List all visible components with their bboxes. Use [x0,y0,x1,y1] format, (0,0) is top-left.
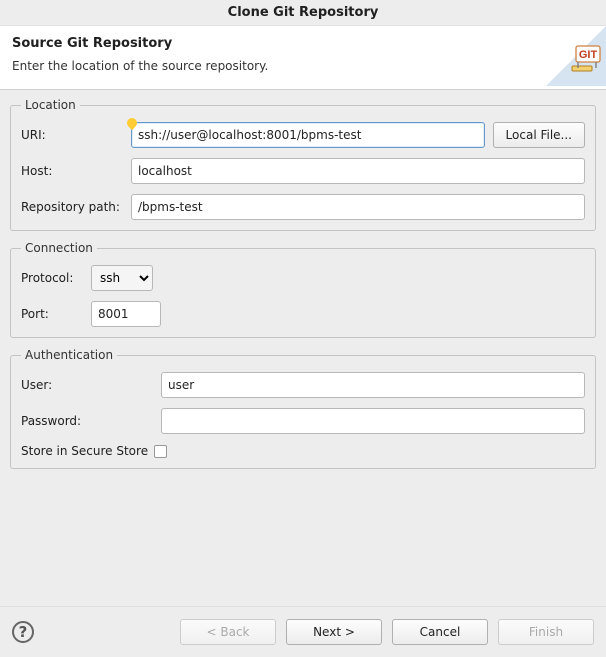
protocol-label: Protocol: [21,271,91,285]
repo-path-label: Repository path: [21,200,131,214]
page-subtitle: Enter the location of the source reposit… [12,59,594,73]
svg-text:GIT: GIT [579,49,598,61]
next-button[interactable]: Next > [286,619,382,645]
cancel-button[interactable]: Cancel [392,619,488,645]
location-group: Location URI: Local File... Host: Reposi… [10,98,596,231]
store-secure-checkbox[interactable] [154,445,167,458]
page-title: Source Git Repository [12,36,594,51]
authentication-legend: Authentication [21,348,117,362]
uri-label: URI: [21,128,131,142]
repo-path-input[interactable] [131,194,585,220]
back-button: < Back [180,619,276,645]
authentication-group: Authentication User: Password: Store in … [10,348,596,469]
connection-legend: Connection [21,241,97,255]
wizard-content: Location URI: Local File... Host: Reposi… [0,90,606,606]
port-input[interactable] [91,301,161,327]
user-input[interactable] [161,372,585,398]
uri-input[interactable] [131,122,485,148]
password-label: Password: [21,414,161,428]
local-file-button[interactable]: Local File... [493,122,585,148]
connection-group: Connection Protocol: ssh Port: [10,241,596,338]
password-input[interactable] [161,408,585,434]
help-icon[interactable]: ? [12,621,34,643]
protocol-select[interactable]: ssh [91,265,153,291]
finish-button: Finish [498,619,594,645]
host-input[interactable] [131,158,585,184]
window-titlebar: Clone Git Repository [0,0,606,26]
store-secure-label: Store in Secure Store [21,444,148,458]
port-label: Port: [21,307,91,321]
host-label: Host: [21,164,131,178]
user-label: User: [21,378,161,392]
button-bar: ? < Back Next > Cancel Finish [0,606,606,657]
git-icon: GIT [546,26,606,89]
location-legend: Location [21,98,80,112]
wizard-header: Source Git Repository Enter the location… [0,26,606,90]
